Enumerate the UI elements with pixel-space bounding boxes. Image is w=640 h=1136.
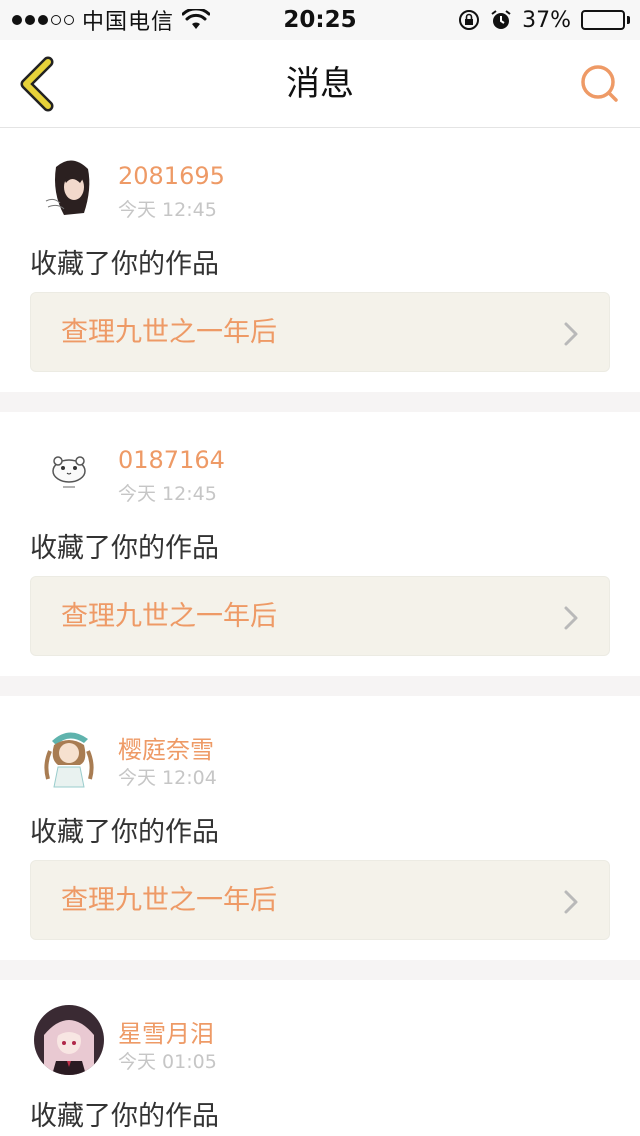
chevron-right-icon xyxy=(564,890,578,914)
navigation-bar: 消息 xyxy=(0,40,640,128)
search-icon[interactable] xyxy=(576,60,624,108)
status-bar: 中国电信 20:25 37% xyxy=(0,0,640,40)
user-name[interactable]: 2081695 xyxy=(118,162,225,190)
carrier-name: 中国电信 xyxy=(82,10,175,35)
message-time: 今天 01:05 xyxy=(118,1051,217,1073)
work-link-card[interactable]: 查理九世之一年后 xyxy=(30,576,610,656)
work-link-card[interactable]: 查理九世之一年后 xyxy=(30,860,610,940)
action-text: 收藏了你的作品 xyxy=(30,249,219,280)
chevron-right-icon xyxy=(564,606,578,630)
work-title: 查理九世之一年后 xyxy=(61,885,277,916)
app-screen: 中国电信 20:25 37% 消息 2081695 今天 12:45 收藏了你的… xyxy=(0,0,640,1136)
message-feed: 2081695 今天 12:45 收藏了你的作品 查理九世之一年后 018716… xyxy=(0,128,640,1136)
work-title: 查理九世之一年后 xyxy=(61,317,277,348)
message-header: 樱庭奈雪 今天 12:04 xyxy=(0,696,640,796)
alarm-clock-icon xyxy=(491,10,511,29)
user-name[interactable]: 星雪月泪 xyxy=(118,1014,214,1049)
battery-icon xyxy=(581,10,630,30)
user-name[interactable]: 樱庭奈雪 xyxy=(118,730,214,765)
message-card: 星雪月泪 今天 01:05 收藏了你的作品 xyxy=(0,980,640,1136)
chevron-right-icon xyxy=(564,322,578,346)
work-link-card[interactable]: 查理九世之一年后 xyxy=(30,292,610,372)
avatar-hamster-sketch-icon xyxy=(34,437,104,507)
status-right: 37% xyxy=(458,8,630,33)
avatar-dark-hair-girl-icon xyxy=(34,153,104,223)
rotation-lock-icon xyxy=(459,10,480,30)
battery-percent: 37% xyxy=(522,7,571,33)
status-left: 中国电信 xyxy=(12,4,211,36)
page-title: 消息 xyxy=(286,64,354,104)
message-header: 星雪月泪 今天 01:05 xyxy=(0,980,640,1080)
user-avatar[interactable] xyxy=(34,1005,104,1075)
action-text: 收藏了你的作品 xyxy=(30,1101,219,1132)
card-separator xyxy=(0,676,640,696)
action-text: 收藏了你的作品 xyxy=(30,817,219,848)
signal-strength-icon xyxy=(12,15,74,25)
action-text: 收藏了你的作品 xyxy=(30,533,219,564)
message-card: 樱庭奈雪 今天 12:04 收藏了你的作品 查理九世之一年后 xyxy=(0,696,640,980)
message-time: 今天 12:45 xyxy=(118,483,217,505)
user-avatar[interactable] xyxy=(34,153,104,223)
message-header: 0187164 今天 12:45 xyxy=(0,412,640,512)
avatar-anime-girl-hat-icon xyxy=(34,721,104,791)
user-avatar[interactable] xyxy=(34,721,104,791)
message-card: 0187164 今天 12:45 收藏了你的作品 查理九世之一年后 xyxy=(0,412,640,696)
message-card: 2081695 今天 12:45 收藏了你的作品 查理九世之一年后 xyxy=(0,128,640,412)
card-separator xyxy=(0,392,640,412)
wifi-icon xyxy=(182,9,211,29)
user-avatar[interactable] xyxy=(34,437,104,507)
card-separator xyxy=(0,960,640,980)
message-header: 2081695 今天 12:45 xyxy=(0,128,640,228)
message-time: 今天 12:45 xyxy=(118,199,217,221)
avatar-pink-hair-girl-icon xyxy=(34,1005,104,1075)
user-name[interactable]: 0187164 xyxy=(118,446,225,474)
work-title: 查理九世之一年后 xyxy=(61,601,277,632)
message-time: 今天 12:04 xyxy=(118,767,217,789)
